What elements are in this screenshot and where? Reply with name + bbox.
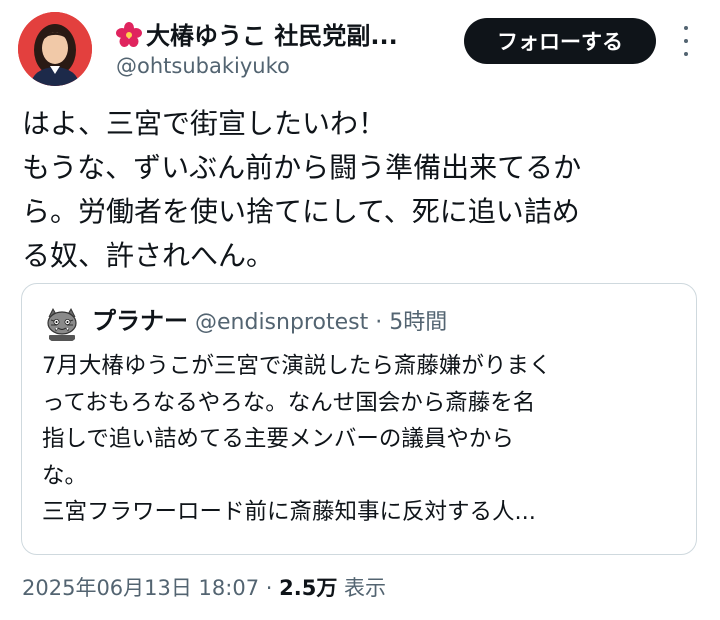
quote-author-handle[interactable]: @endisnprotest xyxy=(195,310,368,335)
tweet-text: はよ、三宮で街宣したいわ！ もうな、ずいぶん前から闘う準備出来てるか ら。労働者… xyxy=(22,102,702,278)
views-count: 2.5万 xyxy=(279,576,338,600)
quote-line: っておもろなるやろな。なんせ国会から斎藤を名 xyxy=(42,389,536,416)
author-name-text: 大椿ゆうこ 社民党副... xyxy=(146,22,398,50)
quote-line: 三宮フラワーロード前に斎藤知事に反対する人... xyxy=(42,499,536,525)
quote-line: な。 xyxy=(42,462,88,489)
quote-line: 指しで追い詰めてる主要メンバーの議員やから xyxy=(42,426,514,452)
tweet-line: ら。労働者を使い捨てにして、死に追い詰め xyxy=(22,195,580,228)
more-options-icon[interactable] xyxy=(678,26,694,56)
tweet-line: はよ、三宮で街宣したいわ！ xyxy=(22,107,387,140)
quote-author-avatar[interactable] xyxy=(42,304,82,344)
author-display-name[interactable]: 大椿ゆうこ 社民党副... xyxy=(116,16,398,51)
views-label: 表示 xyxy=(344,576,387,600)
quote-header: プラナー @endisnprotest · 5時間 xyxy=(92,304,447,340)
quote-author-name[interactable]: プラナー xyxy=(92,307,188,335)
quote-line: 7月大椿ゆうこが三宮で演説したら斎藤嫌がりまく xyxy=(42,353,552,379)
author-handle[interactable]: @ohtsubakiyuko xyxy=(116,54,290,78)
quoted-tweet-card[interactable]: プラナー @endisnprotest · 5時間 7月大椿ゆうこが三宮で演説し… xyxy=(21,283,697,555)
author-avatar[interactable] xyxy=(18,12,92,86)
tweet-timestamp[interactable]: 2025年06月13日 18:07 xyxy=(22,576,259,600)
quote-separator: · xyxy=(375,310,383,335)
quote-text: 7月大椿ゆうこが三宮で演説したら斎藤嫌がりまく っておもろなるやろな。なんせ国会… xyxy=(42,348,682,531)
tweet-line: もうな、ずいぶん前から闘う準備出来てるか xyxy=(22,151,582,184)
meta-separator: · xyxy=(265,576,273,600)
tweet-line: る奴、許されへん。 xyxy=(22,239,275,272)
hibiscus-icon xyxy=(116,22,142,48)
tweet-meta: 2025年06月13日 18:07 · 2.5万 表示 xyxy=(22,572,386,602)
follow-button[interactable]: フォローする xyxy=(464,18,656,64)
quote-timestamp[interactable]: 5時間 xyxy=(389,310,447,335)
